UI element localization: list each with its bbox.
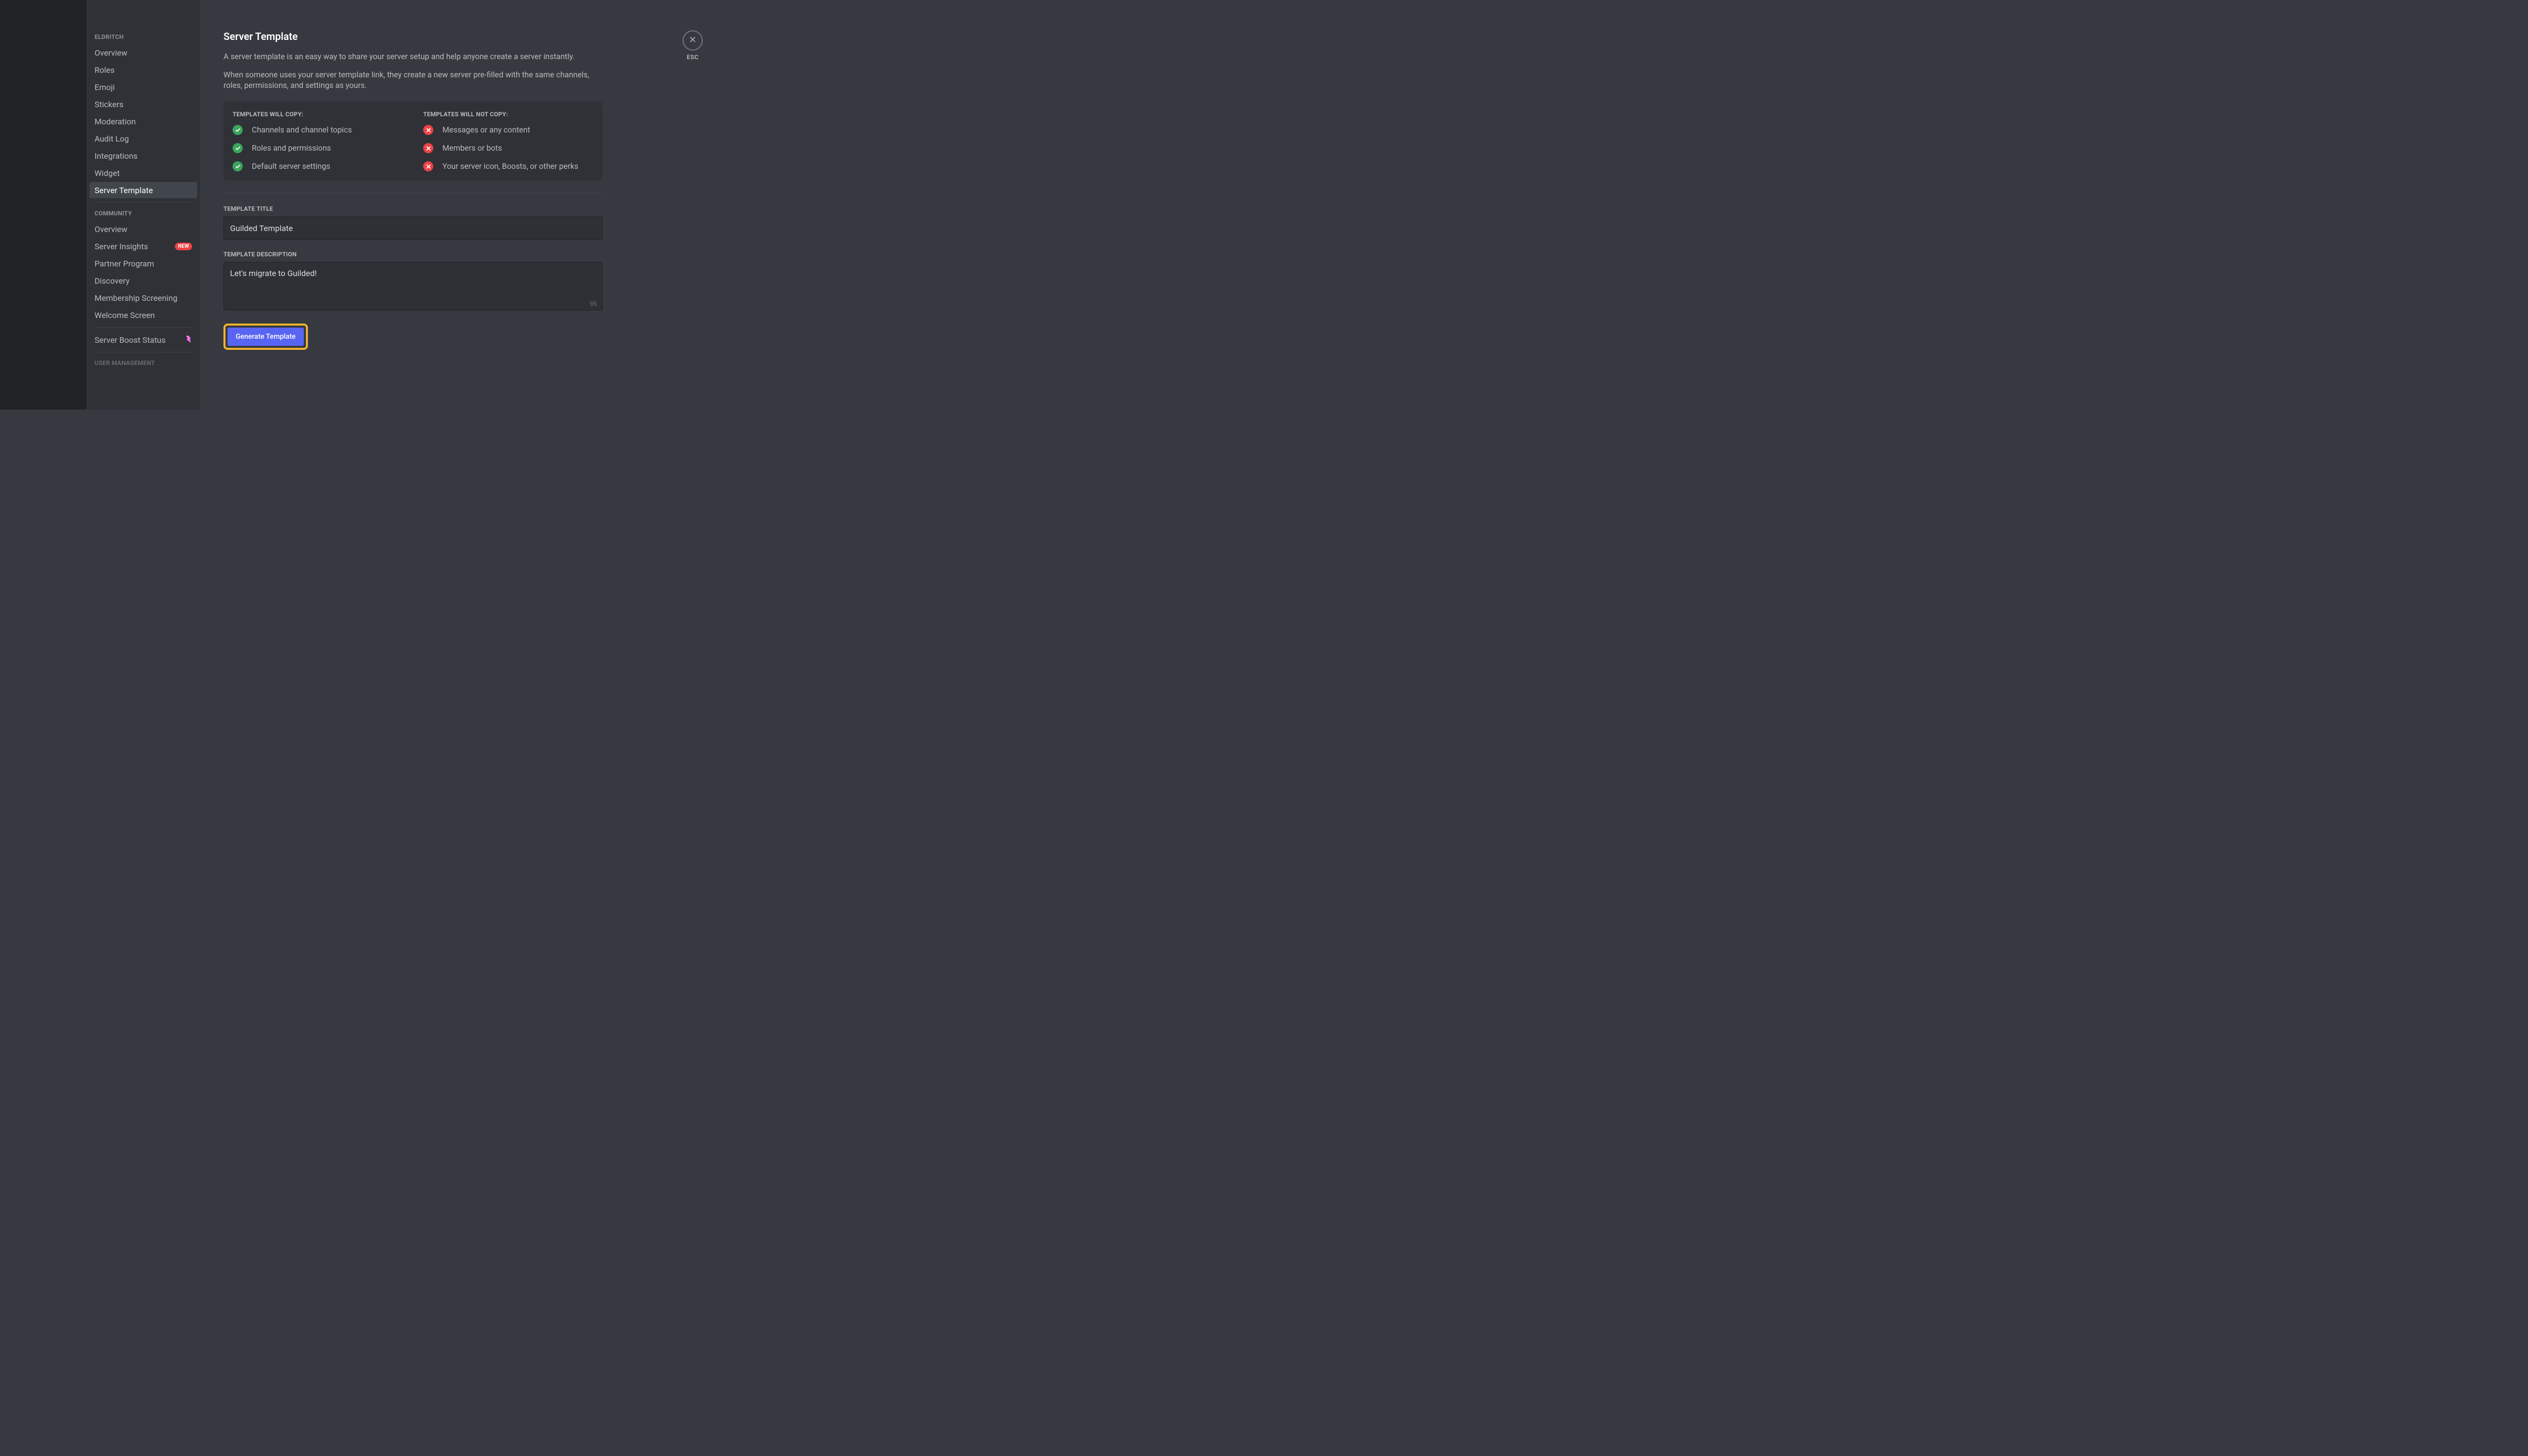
sidebar-item-roles[interactable]: Roles [89,62,197,78]
page-title: Server Template [223,30,603,42]
check-icon [233,161,243,171]
sidebar-item-server-template[interactable]: Server Template [89,182,197,198]
will-copy-item: Default server settings [233,161,403,171]
template-title-label: TEMPLATE TITLE [223,205,603,212]
boost-icon [185,335,192,345]
sidebar-item-label: Moderation [95,117,136,126]
sidebar-item-welcome-screen[interactable]: Welcome Screen [89,307,197,323]
close-icon [689,35,697,46]
sidebar-item-emoji[interactable]: Emoji [89,79,197,95]
wont-copy-item: Your server icon, Boosts, or other perks [423,161,594,171]
page-description-1: A server template is an easy way to shar… [223,52,603,63]
sidebar-section-server: ELDRITCH [89,30,197,43]
cross-icon [423,143,433,153]
sidebar-item-overview[interactable]: Overview [89,44,197,61]
page-description-2: When someone uses your server template l… [223,70,603,92]
sidebar-item-partner-program[interactable]: Partner Program [89,255,197,271]
copy-item-label: Default server settings [252,162,330,171]
close-button[interactable] [683,30,703,51]
will-copy-item: Roles and permissions [233,143,403,153]
sidebar-item-label: Membership Screening [95,293,177,303]
sidebar-item-community-overview[interactable]: Overview [89,221,197,237]
copy-item-label: Channels and channel topics [252,125,352,134]
sidebar-item-stickers[interactable]: Stickers [89,96,197,112]
will-copy-column: TEMPLATES WILL COPY: Channels and channe… [233,111,403,171]
sidebar-item-moderation[interactable]: Moderation [89,113,197,129]
sidebar-item-label: Overview [95,224,127,234]
cross-icon [423,125,433,135]
sidebar-item-discovery[interactable]: Discovery [89,272,197,289]
sidebar-item-label: Roles [95,65,115,75]
template-title-input[interactable] [223,216,603,240]
server-rail [0,0,86,410]
template-description-input[interactable] [223,262,603,310]
sidebar-item-label: Integrations [95,151,138,161]
sidebar-item-label: Audit Log [95,134,129,144]
sidebar-item-label: Widget [95,168,120,178]
sidebar-item-membership-screening[interactable]: Membership Screening [89,290,197,306]
sidebar-item-audit-log[interactable]: Audit Log [89,130,197,147]
content-area: ESC Server Template A server template is… [200,0,728,410]
copy-item-label: Your server icon, Boosts, or other perks [442,162,578,171]
template-description-label: TEMPLATE DESCRIPTION [223,251,603,258]
copy-item-label: Roles and permissions [252,144,331,153]
sidebar-section-community: COMMUNITY [89,207,197,220]
copy-item-label: Messages or any content [442,125,530,134]
sidebar-divider [95,202,192,203]
sidebar-item-label: Emoji [95,82,115,92]
char-count: 95 [590,300,597,307]
sidebar-item-server-boost-status[interactable]: Server Boost Status [89,332,197,348]
copy-item-label: Members or bots [442,144,502,153]
settings-sidebar: ELDRITCH Overview Roles Emoji Stickers M… [86,0,200,410]
wont-copy-item: Members or bots [423,143,594,153]
sidebar-item-label: Overview [95,48,127,58]
template-description-wrap: 95 [223,262,603,312]
new-badge: NEW [175,243,192,250]
sidebar-item-server-insights[interactable]: Server Insights NEW [89,238,197,254]
template-copy-box: TEMPLATES WILL COPY: Channels and channe… [223,102,603,180]
check-icon [233,125,243,135]
cross-icon [423,161,433,171]
will-copy-title: TEMPLATES WILL COPY: [233,111,403,118]
check-icon [233,143,243,153]
wont-copy-title: TEMPLATES WILL NOT COPY: [423,111,594,118]
sidebar-item-label: Server Boost Status [95,335,166,345]
highlight-ring: Generate Template [223,324,308,350]
sidebar-item-label: Discovery [95,276,129,286]
sidebar-item-integrations[interactable]: Integrations [89,148,197,164]
sidebar-item-label: Welcome Screen [95,310,155,320]
sidebar-item-label: Stickers [95,100,123,109]
sidebar-item-label: Partner Program [95,259,154,268]
sidebar-item-label: Server Insights [95,242,148,251]
wont-copy-item: Messages or any content [423,125,594,135]
close-area: ESC [683,30,703,61]
sidebar-item-widget[interactable]: Widget [89,165,197,181]
close-label: ESC [687,54,698,61]
sidebar-divider [95,327,192,328]
will-copy-item: Channels and channel topics [233,125,403,135]
sidebar-section-user-management: USER MANAGEMENT [89,356,197,370]
sidebar-item-label: Server Template [95,186,153,195]
wont-copy-column: TEMPLATES WILL NOT COPY: Messages or any… [423,111,594,171]
generate-template-button[interactable]: Generate Template [228,328,304,346]
